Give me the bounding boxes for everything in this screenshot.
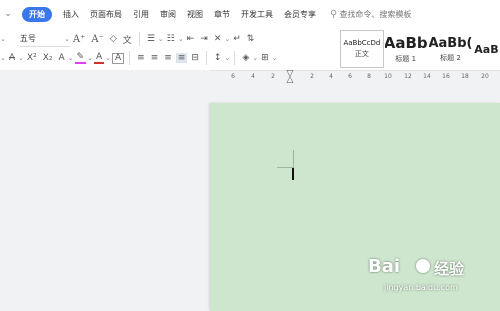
phonetic-guide-button[interactable]: 文	[121, 33, 134, 46]
tab-developer-tools[interactable]: 开发工具	[241, 9, 273, 20]
watermark-logo-cn: 经验	[434, 260, 465, 278]
tab-view[interactable]: 视图	[187, 9, 203, 20]
line-spacing-icon[interactable]: ↕	[212, 53, 224, 63]
style-preview: AaBb(	[428, 35, 473, 51]
style-heading-3[interactable]: AaB	[473, 30, 500, 68]
margin-corner-mark	[293, 150, 294, 167]
clear-format-button[interactable]: ◇	[108, 34, 119, 44]
style-normal[interactable]: AaBbCcDd 正文	[340, 30, 384, 68]
grow-font-button[interactable]: A⁺	[71, 34, 88, 45]
tab-review[interactable]: 审阅	[160, 9, 176, 20]
style-preview: AaB	[474, 42, 499, 56]
search-icon: ⚲	[330, 8, 338, 20]
strikethrough-button[interactable]: A	[7, 53, 17, 63]
search-input[interactable]	[339, 9, 430, 19]
style-name: 正文	[354, 50, 369, 58]
horizontal-ruler[interactable]: 6 4 2 2 4 6 8 10 12 14 16 18 20	[210, 70, 500, 84]
font-size-value: 五号	[19, 34, 36, 43]
ruler-tick: 2	[310, 73, 314, 80]
shading-icon[interactable]: ◈	[240, 53, 251, 63]
ruler-tick: 8	[367, 73, 371, 80]
chevron-down-icon[interactable]: ⌄	[224, 35, 230, 43]
ruler-tick: 20	[481, 73, 489, 80]
decrease-indent-icon[interactable]: ⇤	[185, 34, 197, 44]
ruler-tick: 4	[251, 73, 255, 80]
subscript-button[interactable]: X₂	[41, 53, 55, 63]
tab-references[interactable]: 引用	[133, 9, 149, 20]
toolbar-divider	[205, 51, 207, 65]
chevron-down-icon: ⌄	[64, 34, 70, 43]
style-heading-1[interactable]: AaBb 标题 1	[384, 30, 428, 68]
ruler-tick: 12	[404, 73, 412, 80]
borders-icon[interactable]: ⊞	[259, 53, 271, 63]
toolbar-row-format: ⌄ A ⌄ X² X₂ A ⌄ ✎ ⌄ A ⌄ A ≡ ≡ ≡ ≡ ⊟ ↕ ⌄ …	[0, 49, 278, 67]
chevron-down-icon[interactable]: ⌄	[0, 54, 6, 62]
chevron-down-icon[interactable]: ⌄	[68, 54, 74, 62]
numbering-icon[interactable]: ☷	[165, 34, 177, 44]
watermark-url: jingyan.baidu.com	[384, 283, 458, 292]
char-border-button[interactable]: A	[112, 52, 125, 64]
tab-page-layout[interactable]: 页面布局	[90, 9, 122, 20]
style-gallery: AaBbCcDd 正文 AaBb 标题 1 AaBb( 标题 2 AaB	[340, 30, 500, 68]
chevron-down-icon[interactable]: ⌄	[18, 54, 24, 62]
indent-marker-icon[interactable]: ▽ △	[286, 70, 294, 85]
style-name: 标题 2	[440, 53, 461, 62]
ruler-tick: 10	[384, 73, 392, 80]
command-search[interactable]: ⚲	[330, 8, 430, 20]
chevron-down-icon[interactable]: ⌄	[2, 9, 14, 19]
chevron-down-icon[interactable]: ⌄	[272, 54, 278, 62]
text-effect-button[interactable]: A	[56, 53, 66, 63]
increase-indent-icon[interactable]: ⇥	[198, 34, 210, 44]
ruler-tick: 2	[271, 73, 275, 80]
style-name: 标题 1	[395, 55, 417, 63]
font-name-caret-icon[interactable]: ⌄	[0, 35, 6, 43]
font-color-button[interactable]: A	[93, 52, 105, 64]
bullets-icon[interactable]: ☰	[145, 34, 157, 44]
align-center-icon[interactable]: ≡	[149, 53, 161, 63]
highlight-button[interactable]: ✎	[74, 52, 87, 64]
tab-home[interactable]: 开始	[22, 6, 52, 22]
font-size-select[interactable]: 五号 ⌄	[19, 32, 70, 47]
style-heading-2[interactable]: AaBb( 标题 2	[428, 30, 474, 68]
ruler-tick: 4	[329, 73, 333, 80]
tab-member-exclusive[interactable]: 会员专享	[284, 9, 316, 20]
tab-insert[interactable]: 插入	[63, 9, 79, 20]
tab-section[interactable]: 章节	[214, 9, 230, 20]
watermark: Bai 经验 jingyan.baidu.com	[368, 256, 498, 306]
chevron-down-icon[interactable]: ⌄	[158, 35, 164, 43]
paw-icon	[416, 259, 430, 273]
sort-icon[interactable]: ⇅	[245, 34, 257, 44]
paragraph-mark-icon[interactable]: ↵	[231, 34, 243, 44]
chevron-down-icon[interactable]: ⌄	[87, 54, 93, 62]
toolbar-divider	[234, 51, 236, 65]
toolbar-row-font: ⌄ 五号 ⌄ A⁺ A⁻ ◇ 文 ☰ ⌄ ☷ ⌄ ⇤ ⇥ ✕ ⌄ ↵ ⇅	[0, 30, 257, 48]
align-left-icon[interactable]: ≡	[135, 53, 147, 63]
toolbar-divider	[129, 51, 131, 65]
chinese-layout-icon[interactable]: ✕	[212, 34, 224, 44]
ruler-tick: 6	[348, 73, 352, 80]
menu-bar: ⌄ 开始 插入 页面布局 引用 审阅 视图 章节 开发工具 会员专享 ⚲	[0, 0, 500, 28]
text-cursor	[292, 168, 294, 180]
superscript-button[interactable]: X²	[25, 53, 39, 63]
ruler-tick: 14	[423, 73, 431, 80]
style-preview: AaBb	[383, 34, 428, 52]
chevron-down-icon[interactable]: ⌄	[224, 54, 230, 62]
shrink-font-button[interactable]: A⁻	[89, 34, 106, 45]
align-right-icon[interactable]: ≡	[162, 53, 174, 63]
chevron-down-icon[interactable]: ⌄	[105, 54, 111, 62]
distributed-icon[interactable]: ⊟	[189, 53, 201, 63]
chevron-down-icon[interactable]: ⌄	[178, 35, 184, 43]
chevron-down-icon[interactable]: ⌄	[252, 54, 258, 62]
ruler-tick: 6	[231, 73, 235, 80]
ruler-tick: 18	[461, 73, 469, 80]
toolbar-divider	[138, 32, 140, 46]
justify-icon[interactable]: ≡	[175, 53, 188, 63]
ruler-gutter	[0, 70, 210, 84]
style-preview: AaBbCcDd	[343, 39, 381, 47]
ruler-tick: 16	[442, 73, 450, 80]
watermark-logo: Bai	[368, 256, 401, 277]
